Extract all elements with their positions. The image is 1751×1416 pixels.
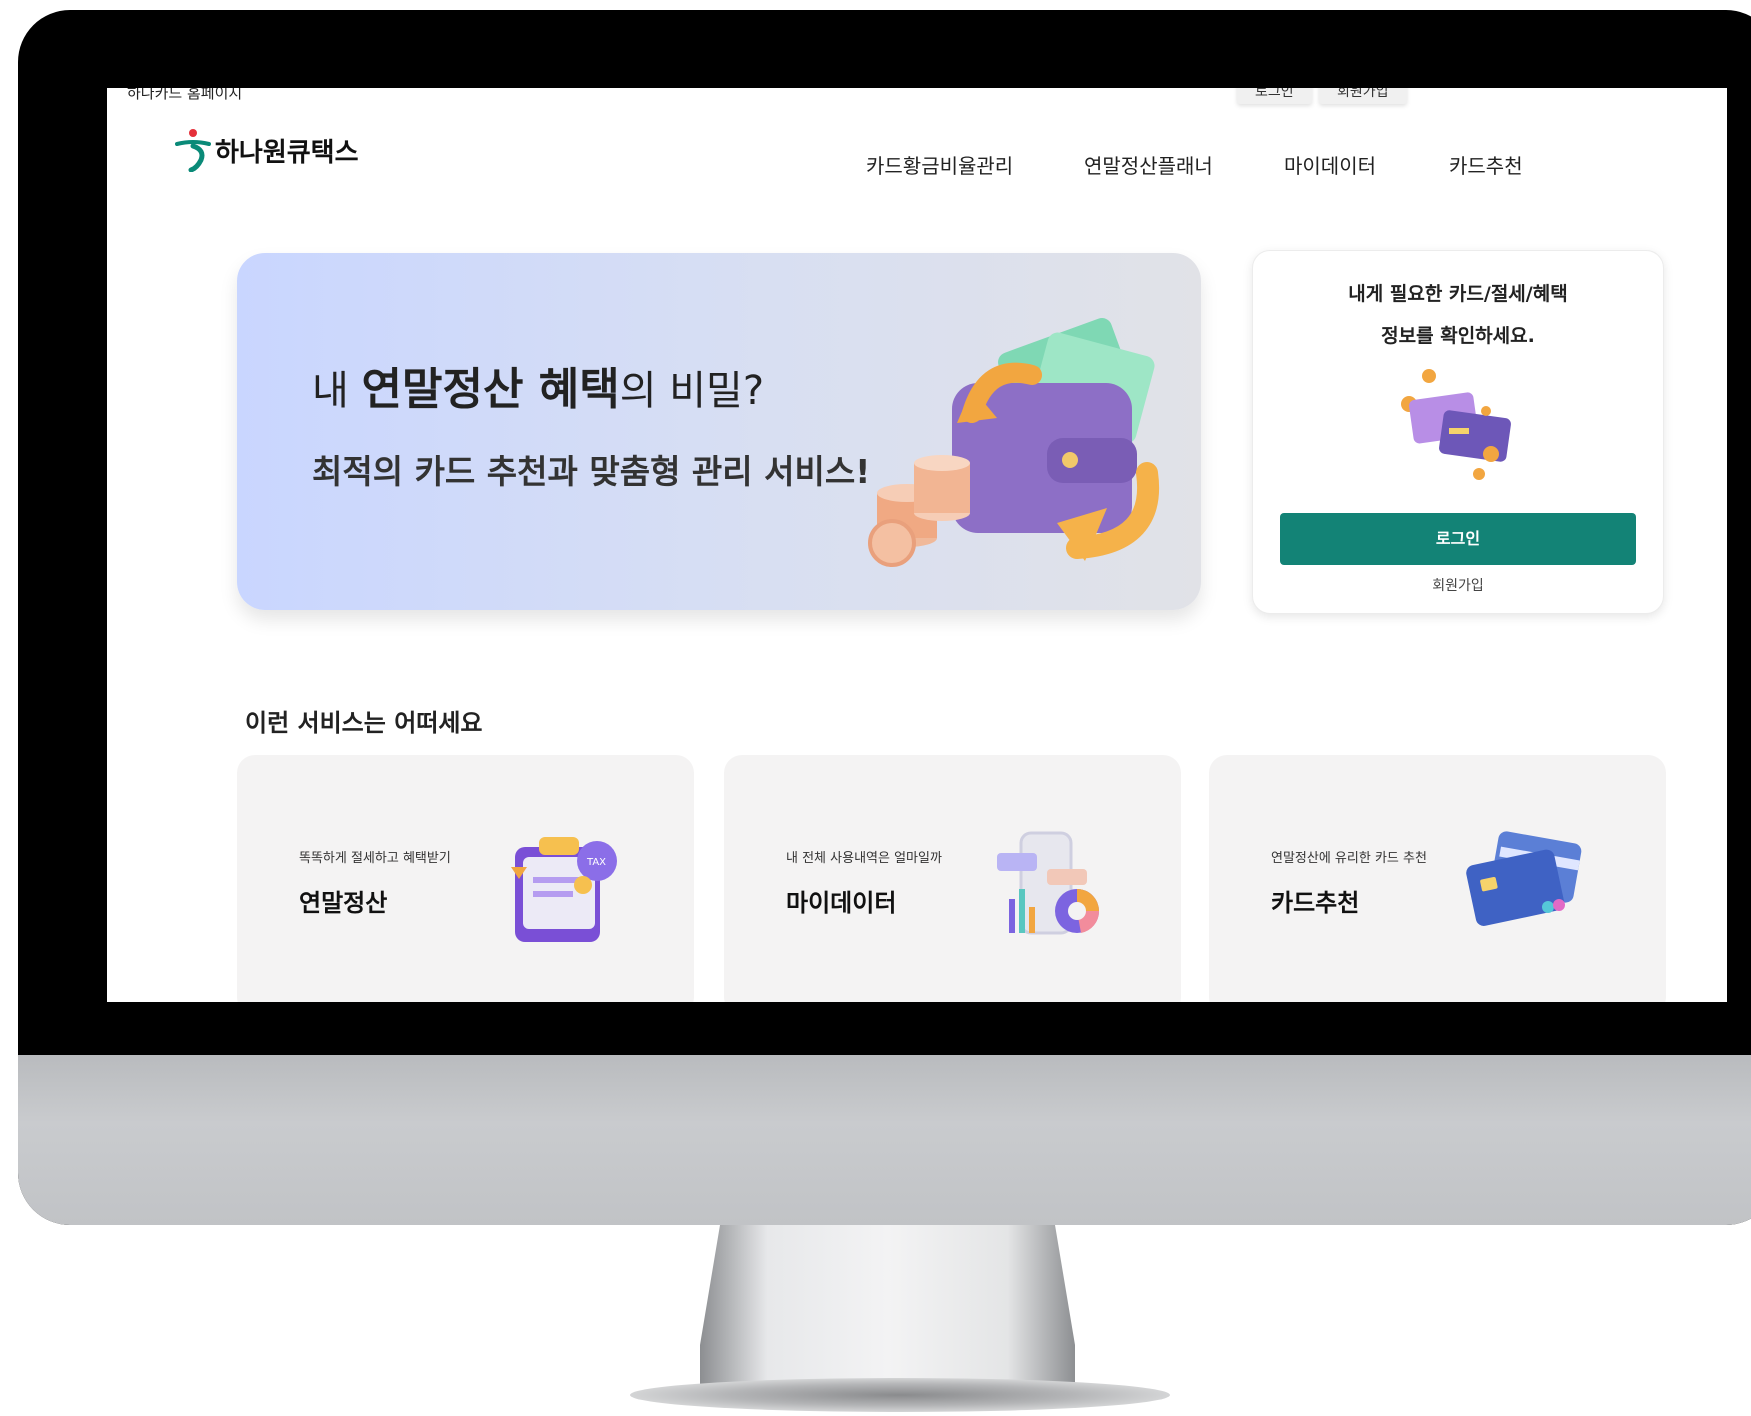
signup-link[interactable]: 회원가입 [1253, 575, 1663, 595]
tax-clipboard-icon: TAX [511, 837, 617, 942]
service-card-subtitle: 똑똑하게 절세하고 혜택받기 [299, 851, 451, 866]
service-card-tax[interactable]: 똑똑하게 절세하고 혜택받기 연말정산 TAX [237, 755, 694, 1002]
top-signup-button[interactable]: 회원가입 [1319, 88, 1407, 104]
svg-text:TAX: TAX [586, 857, 606, 868]
nav-card-recommend[interactable]: 카드추천 [1449, 150, 1523, 179]
top-login-button[interactable]: 로그인 [1237, 88, 1312, 104]
brand-logo[interactable]: 하나원큐택스 [175, 128, 359, 172]
hero-subtitle: 최적의 카드 추천과 맞춤형 관리 서비스! [312, 452, 871, 491]
hero-title: 내 연말정산 혜택의 비밀? [312, 364, 765, 415]
cards-coins-illustration [1401, 369, 1511, 480]
phone-chart-icon [997, 831, 1100, 935]
service-card-subtitle: 연말정산에 유리한 카드 추천 [1271, 851, 1427, 866]
browser-viewport: 하나카드 홈페이지 로그인 회원가입 하나원큐택스 카드황금비율관리 연말정산플… [107, 88, 1727, 1002]
login-button[interactable]: 로그인 [1280, 513, 1636, 565]
service-card-mydata[interactable]: 내 전체 사용내역은 얼마일까 마이데이터 [724, 755, 1181, 1002]
service-card-subtitle: 내 전체 사용내역은 얼마일까 [786, 851, 942, 866]
monitor-chin [18, 1055, 1751, 1225]
wallet-money-illustration [868, 318, 1160, 567]
hana-card-home-link[interactable]: 하나카드 홈페이지 [127, 88, 242, 103]
hana-logo-icon [175, 129, 211, 172]
services-section-title: 이런 서비스는 어떠세요 [245, 709, 483, 737]
brand-name: 하나원큐택스 [215, 137, 359, 168]
login-card-heading: 내게 필요한 카드/절세/혜택 [1348, 283, 1568, 305]
monitor-stand-base [630, 1378, 1170, 1412]
hero-banner[interactable]: 내 연말정산 혜택의 비밀? 최적의 카드 추천과 맞춤형 관리 서비스! [237, 253, 1201, 610]
nav-card-ratio[interactable]: 카드황금비율관리 [866, 150, 1013, 179]
login-card: 내게 필요한 카드/절세/혜택 정보를 확인하세요. 로그인 회원가입 [1252, 250, 1664, 614]
service-card-title: 마이데이터 [786, 889, 897, 917]
credit-cards-icon [1466, 831, 1582, 926]
nav-tax-planner[interactable]: 연말정산플래너 [1084, 150, 1213, 179]
monitor-frame: 하나카드 홈페이지 로그인 회원가입 하나원큐택스 카드황금비율관리 연말정산플… [18, 10, 1751, 1225]
service-card-title: 카드추천 [1271, 889, 1360, 917]
service-card-recommend[interactable]: 연말정산에 유리한 카드 추천 카드추천 [1209, 755, 1666, 1002]
monitor-stand-neck [700, 1225, 1075, 1395]
login-card-subheading: 정보를 확인하세요. [1381, 325, 1535, 347]
service-card-title: 연말정산 [299, 889, 388, 917]
utility-bar: 하나카드 홈페이지 로그인 회원가입 [107, 88, 1727, 108]
nav-mydata[interactable]: 마이데이터 [1284, 150, 1376, 179]
